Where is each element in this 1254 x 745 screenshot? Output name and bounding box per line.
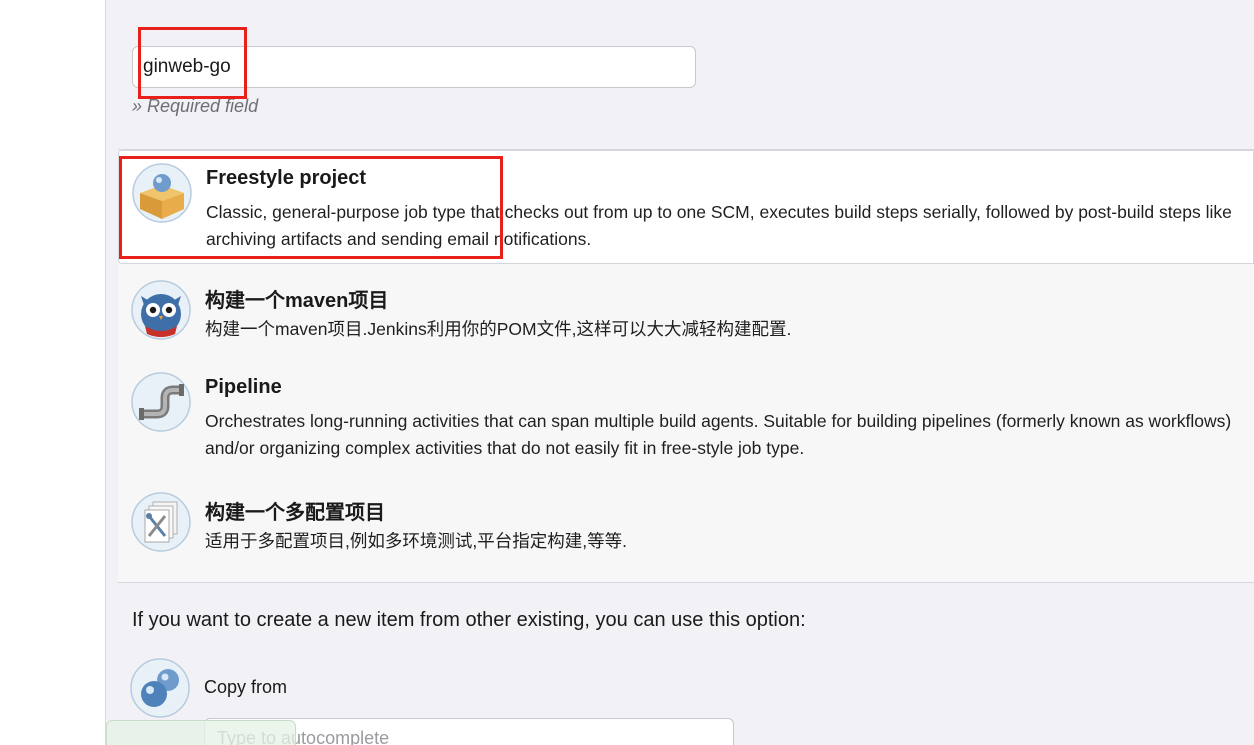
item-type-pipeline[interactable]: Pipeline Orchestrates long-running activ… <box>118 360 1254 470</box>
item-type-freestyle[interactable]: Freestyle project Classic, general-purpo… <box>118 150 1254 264</box>
pipe-icon <box>131 372 191 432</box>
item-type-description: 适用于多配置项目,例如多环境测试,平台指定构建,等等. <box>205 531 627 551</box>
item-type-title: 构建一个多配置项目 <box>205 502 385 524</box>
item-type-title: Freestyle project <box>206 167 367 189</box>
item-type-title: Pipeline <box>205 376 282 398</box>
required-field-hint: » Required field <box>132 96 259 116</box>
item-type-multi-config[interactable]: 构建一个多配置项目 适用于多配置项目,例如多环境测试,平台指定构建,等等. <box>118 480 1254 570</box>
copy-section-heading: If you want to create a new item from ot… <box>132 609 806 631</box>
new-item-page: » Required field Freestyle project Class… <box>0 0 1254 745</box>
item-type-title: 构建一个maven项目 <box>205 290 389 312</box>
item-type-description: Classic, general-purpose job type that c… <box>206 202 1232 249</box>
package-box-icon <box>132 163 192 223</box>
item-name-input[interactable] <box>132 46 696 88</box>
maven-owl-icon <box>131 280 191 340</box>
item-type-description: 构建一个maven项目.Jenkins利用你的POM文件,这样可以大大减轻构建配… <box>205 319 792 339</box>
item-type-description: Orchestrates long-running activities tha… <box>205 411 1232 458</box>
item-type-maven[interactable]: 构建一个maven项目 构建一个maven项目.Jenkins利用你的POM文件… <box>118 268 1254 358</box>
copy-spheres-icon <box>130 658 190 718</box>
multi-config-tools-icon <box>131 492 191 552</box>
copy-from-label: Copy from <box>204 677 288 697</box>
item-type-list: Freestyle project Classic, general-purpo… <box>118 149 1254 583</box>
left-sidebar-area <box>0 0 106 745</box>
ok-button-overlay[interactable] <box>106 720 296 745</box>
